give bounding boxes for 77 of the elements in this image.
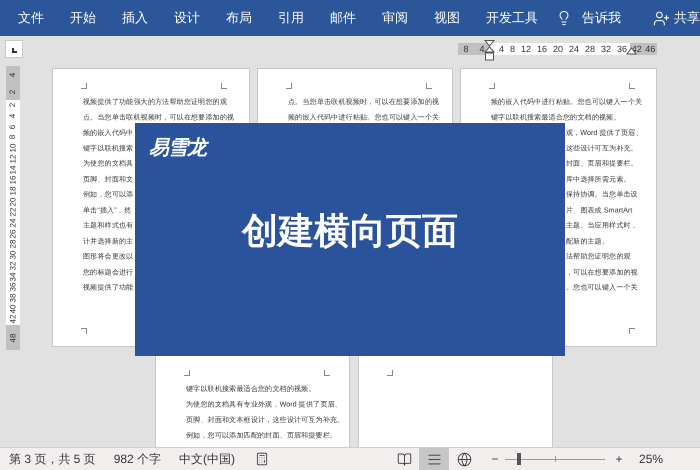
indent-marker-icon[interactable] [484,40,495,62]
share-button[interactable]: 共享 [653,8,700,28]
ruler-number: 32 [9,261,17,270]
ribbon-tab[interactable]: 邮件 [328,8,358,28]
ruler-number: 16 [536,43,547,55]
ruler-number: 40 [9,304,17,314]
ruler-number: 2 [9,103,17,108]
ruler-number: 6 [9,124,17,129]
ruler-number: 36 [616,43,627,55]
margin-corner-mark [426,83,432,89]
ribbon-tab[interactable]: 开始 [68,8,98,28]
zoom-slider[interactable] [505,453,606,465]
ruler-number: 34 [9,272,17,282]
ruler-number: 24 [568,43,579,55]
tell-me-button[interactable]: 告诉我 [582,8,621,28]
ribbon-tab[interactable]: 审阅 [380,8,410,28]
ruler-number: 38 [9,294,17,302]
ruler-number: 32 [600,43,611,55]
macro-icon[interactable] [255,452,270,466]
zoom-out-button[interactable]: − [489,450,502,468]
slider-thumb[interactable] [517,453,522,465]
ribbon-tab[interactable]: 视图 [432,8,462,28]
margin-corner-mark [81,328,87,334]
ruler-number: 46 [645,43,656,55]
ruler-number: 4 [9,72,17,77]
margin-corner-mark [387,370,393,376]
margin-corner-mark [184,370,190,376]
margin-corner-mark [629,328,635,334]
ruler-number: 12 [9,154,17,164]
margin-corner-mark [221,83,227,89]
ruler-number: 28 [9,240,17,249]
ribbon-tab[interactable]: 设计 [172,8,202,28]
ruler-number: 4 [498,43,504,55]
ruler-number: 8 [510,43,515,55]
margin-corner-mark [324,370,330,376]
ribbon-tab[interactable]: 布局 [224,8,254,28]
view-button[interactable] [419,448,450,470]
language-text: 中文(中国) [179,451,236,468]
page-count-text: 第 3 页，共 5 页 [9,451,96,468]
ruler-number: 4 [479,43,484,55]
word-count-text: 982 个字 [114,451,162,468]
user-add-icon [653,10,670,26]
ribbon-tab[interactable]: 开发工具 [484,8,540,28]
ribbon-tab[interactable]: 插入 [120,8,150,28]
ruler-number: 28 [584,43,595,55]
ruler-number: 22 [9,208,17,217]
margin-corner-mark [286,83,292,89]
ruler-number: 36 [9,282,17,292]
ruler-number: 10 [9,144,17,153]
ruler-number: 48 [9,333,17,342]
ruler-number: 4 [9,114,17,118]
web-layout-icon [456,452,472,466]
ruler-number: 8 [9,135,17,140]
margin-corner-mark [81,83,87,89]
tab-selector-button[interactable] [5,40,23,58]
ruler-number: 2 [9,89,17,94]
ruler-number: 18 [9,186,17,196]
zoom-in-button[interactable]: + [613,450,626,468]
ruler-number: 24 [9,218,17,228]
zoom-percent-text: 25% [639,451,664,468]
print-layout-icon [426,452,442,466]
margin-corner-mark [489,83,495,89]
ruler-number: 20 [552,43,563,55]
ribbon-tab[interactable]: 文件 [16,8,46,28]
ruler-number: 16 [9,176,17,185]
ruler-number: 8 [463,43,468,55]
ruler-number: 14 [9,165,17,174]
ruler-number: 30 [9,250,17,260]
ruler-number: 20 [9,197,17,206]
ruler-number: 26 [9,229,17,238]
ruler-number: 42 [9,314,17,324]
card-title: 创建横向页面 [242,211,458,251]
ruler-number: 12 [520,43,531,55]
read-mode-icon [396,452,412,466]
margin-corner-mark [629,83,635,89]
left-tab-icon [12,48,16,53]
ribbon-tab[interactable]: 引用 [276,8,306,28]
